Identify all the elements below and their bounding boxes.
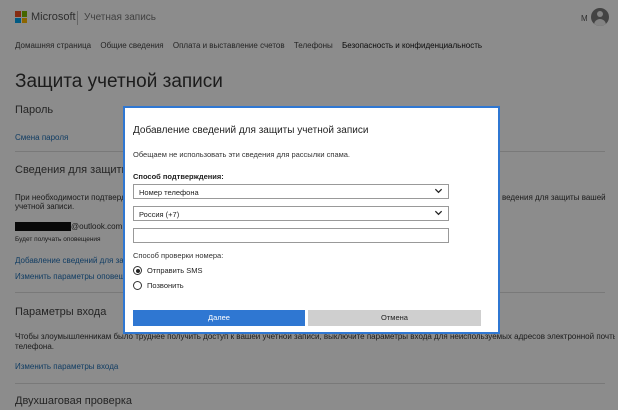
method-select[interactable]: Номер телефона <box>133 184 449 199</box>
chevron-down-icon <box>434 188 443 194</box>
cancel-button[interactable]: Отмена <box>308 310 481 326</box>
method-label: Способ подтверждения: <box>133 172 224 181</box>
radio-sms-label: Отправить SMS <box>147 266 203 275</box>
next-button[interactable]: Далее <box>133 310 305 326</box>
chevron-down-icon <box>434 210 443 216</box>
dialog-title: Добавление сведений для защиты учетной з… <box>133 125 369 136</box>
country-select-value: Россия (+7) <box>139 210 180 219</box>
radio-selected-icon[interactable] <box>133 266 142 275</box>
add-security-info-dialog: Добавление сведений для защиты учетной з… <box>123 106 500 334</box>
method-select-value: Номер телефона <box>139 188 199 197</box>
verify-method-label: Способ проверки номера: <box>133 251 224 260</box>
radio-call-label: Позвонить <box>147 281 184 290</box>
country-select[interactable]: Россия (+7) <box>133 206 449 221</box>
dialog-subtitle: Обещаем не использовать эти сведения для… <box>133 150 351 159</box>
radio-call[interactable]: Позвонить <box>133 281 184 290</box>
phone-number-input[interactable] <box>133 228 449 243</box>
radio-send-sms[interactable]: Отправить SMS <box>133 266 203 275</box>
radio-unselected-icon[interactable] <box>133 281 142 290</box>
